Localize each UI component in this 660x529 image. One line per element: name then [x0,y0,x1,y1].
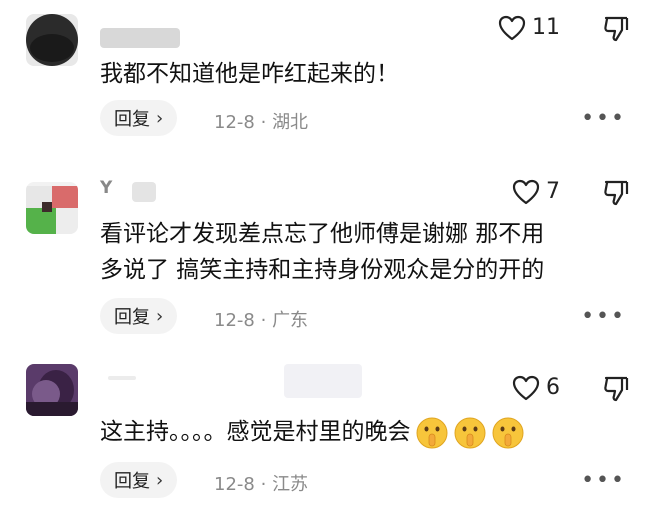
comment-meta: 12-8 · 广东 [214,306,308,332]
meta-separator: · [260,112,267,133]
comment-date: 12-8 [214,310,255,331]
comment-text-row: 这主持。。。。感觉是村里的晚会 [100,414,640,450]
comment-date: 12-8 [214,112,255,133]
dislike-icon[interactable] [602,14,630,44]
reply-label: 回复 [114,471,150,492]
more-options-icon[interactable]: ••• [581,106,626,131]
username-blurred [132,182,156,202]
like-button[interactable]: 6 [512,374,560,402]
comment-location: 湖北 [272,112,309,133]
more-options-icon[interactable]: ••• [581,468,626,493]
shushing-face-emoji [454,417,485,448]
comment-meta: 12-8 · 江苏 [214,470,308,496]
comment-text: 看评论才发现差点忘了他师傅是谢娜 那不用 多说了 搞笑主持和主持身份观众是分的开… [100,216,640,288]
username-blurred [284,364,362,398]
comment-text-line: 多说了 搞笑主持和主持身份观众是分的开的 [100,257,545,283]
meta-separator: · [260,474,267,495]
like-count: 11 [532,15,560,40]
chevron-right-icon: › [156,469,164,491]
comment-text: 我都不知道他是咋红起来的！ [100,61,399,87]
comment-list: 11 我都不知道他是咋红起来的！ 回复 › 12-8 · 湖北 ••• Y 7 … [0,0,660,529]
reply-label: 回复 [114,307,150,328]
username-blurred [108,376,136,380]
heart-icon [512,375,540,401]
shushing-face-emoji [492,417,523,448]
heart-icon [512,179,540,205]
username-blurred[interactable] [100,28,180,48]
username[interactable]: Y [100,178,112,198]
avatar[interactable] [26,364,78,416]
reply-button[interactable]: 回复 › [100,462,178,498]
reply-label: 回复 [114,109,150,130]
comment-text: 这主持。。。。感觉是村里的晚会 [100,419,411,445]
avatar[interactable] [26,14,78,66]
like-button[interactable]: 7 [512,178,560,206]
comment-meta: 12-8 · 湖北 [214,108,308,134]
comment-date: 12-8 [214,474,255,495]
like-count: 7 [546,179,560,204]
chevron-right-icon: › [156,107,164,129]
reply-button[interactable]: 回复 › [100,298,178,334]
like-button[interactable]: 11 [498,14,560,42]
comment-location: 江苏 [272,474,309,495]
chevron-right-icon: › [156,305,164,327]
comment-text-line: 看评论才发现差点忘了他师傅是谢娜 那不用 [100,221,545,247]
dislike-icon[interactable] [602,178,630,208]
more-options-icon[interactable]: ••• [581,304,626,329]
heart-icon [498,15,526,41]
meta-separator: · [260,310,267,331]
avatar[interactable] [26,182,78,234]
dislike-icon[interactable] [602,374,630,404]
like-count: 6 [546,375,560,400]
comment-location: 广东 [272,310,309,331]
shushing-face-emoji [416,417,447,448]
reply-button[interactable]: 回复 › [100,100,178,136]
